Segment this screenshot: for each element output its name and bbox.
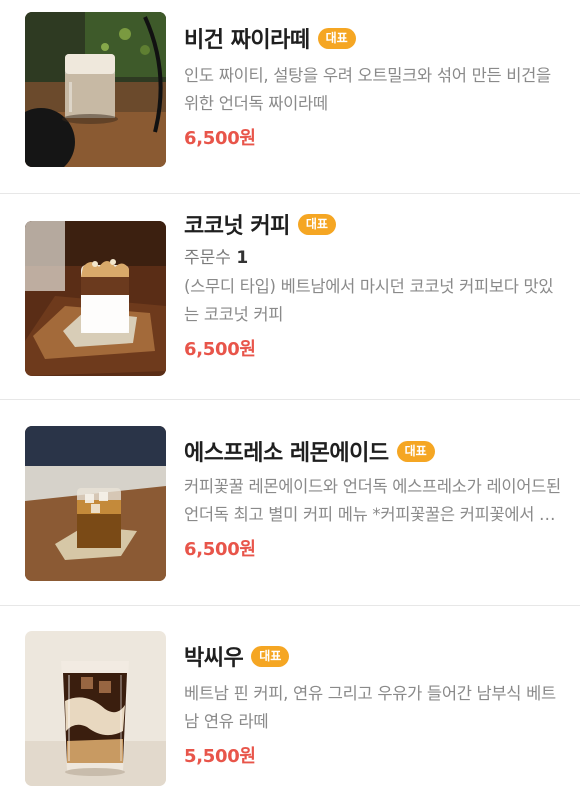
menu-item-vegan-chai-latte[interactable]: 비건 짜이라떼 대표 인도 짜이티, 설탕을 우려 오트밀크와 섞어 만든 비건… — [0, 0, 580, 194]
menu-item-espresso-lemonade[interactable]: 에스프레소 레몬에이드 대표 커피꽃꿀 레몬에이드와 언더독 에스프레소가 레이… — [0, 400, 580, 606]
signature-badge: 대표 — [251, 645, 290, 667]
item-price: 6,500원 — [184, 128, 256, 149]
item-description: (스무디 타입) 베트남에서 마시던 코코넛 커피보다 맛있는 코코넛 커피 — [184, 277, 554, 324]
signature-badge: 대표 — [396, 440, 435, 462]
order-count: 주문수 1 — [184, 248, 249, 268]
item-name: 코코넛 커피 — [184, 214, 290, 239]
item-price: 6,500원 — [184, 339, 256, 360]
menu-list: 비건 짜이라떼 대표 인도 짜이티, 설탕을 우려 오트밀크와 섞어 만든 비건… — [0, 0, 580, 811]
item-name: 비건 짜이라떼 — [184, 28, 310, 53]
item-price: 6,500원 — [184, 539, 256, 560]
item-description: 인도 짜이티, 설탕을 우려 오트밀크와 섞어 만든 비건을 위한 언더독 짜이… — [184, 66, 551, 113]
menu-item-image — [25, 426, 166, 581]
item-name: 에스프레소 레몬에이드 — [184, 441, 389, 466]
item-name: 박씨우 — [184, 646, 244, 671]
menu-item-bac-xiu[interactable]: 박씨우 대표 베트남 핀 커피, 연유 그리고 우유가 들어간 남부식 베트남 … — [0, 606, 580, 811]
item-price: 5,500원 — [184, 746, 256, 767]
signature-badge: 대표 — [317, 27, 356, 49]
item-description: 베트남 핀 커피, 연유 그리고 우유가 들어간 남부식 베트남 연유 라떼 — [184, 684, 556, 731]
item-description: 커피꽃꿀 레몬에이드와 언더독 에스프레소가 레이어드된 언더독 최고 별미 커… — [184, 477, 561, 524]
menu-item-image — [25, 631, 166, 786]
order-count-value: 1 — [236, 248, 249, 268]
menu-item-image — [25, 221, 166, 376]
menu-item-image — [25, 12, 166, 167]
menu-item-coconut-coffee[interactable]: 코코넛 커피 대표 주문수 1 (스무디 타입) 베트남에서 마시던 코코넛 커… — [0, 194, 580, 400]
signature-badge: 대표 — [297, 213, 336, 235]
